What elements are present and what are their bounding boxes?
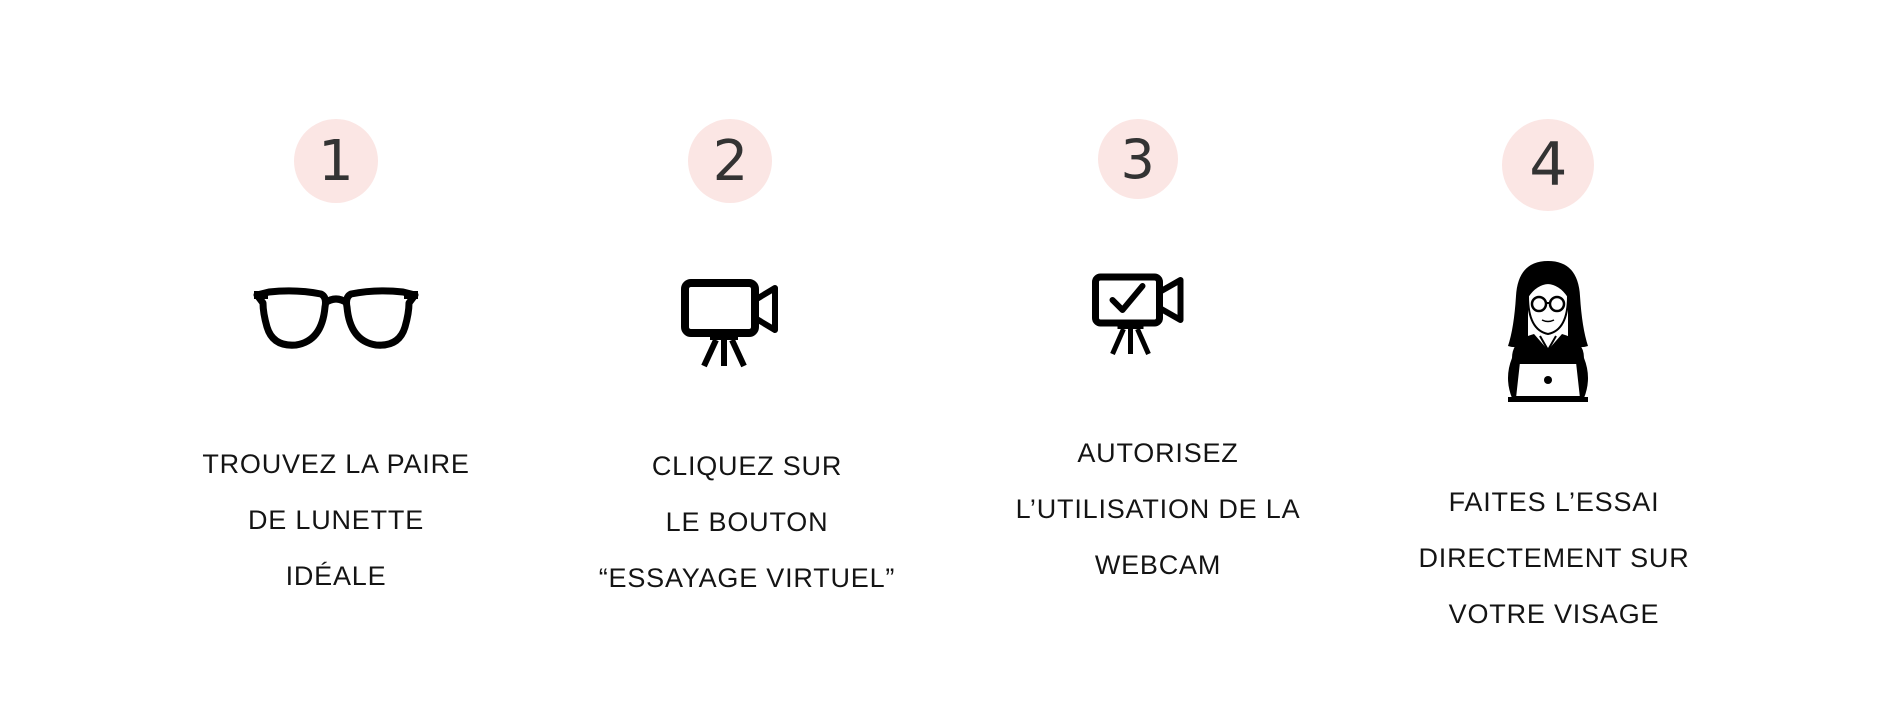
step-label: FAITES L’ESSAI DIRECTEMENT SUR VOTRE VIS… — [1389, 474, 1719, 642]
step-4: 4 FAITES L’ESSAI DIRECTEMENT SUR VOTRE V… — [1380, 0, 1710, 720]
step-label-line-2: DE LUNETTE — [247, 505, 425, 535]
step-label-line-2: L’UTILISATION DE LA — [1015, 494, 1301, 524]
step-label-line-3: “ESSAYAGE VIRTUEL” — [598, 563, 896, 593]
step-label-line-2: DIRECTEMENT SUR — [1418, 543, 1690, 573]
step-number-badge: 4 — [1502, 119, 1595, 211]
step-number: 4 — [1529, 130, 1568, 200]
step-1: 1 TROUVEZ LA PAIRE DE LUNETTE IDÉALE — [171, 0, 501, 720]
step-label-line-2: LE BOUTON — [665, 507, 829, 537]
step-label-line-3: WEBCAM — [1094, 550, 1222, 580]
step-label-line-1: FAITES L’ESSAI — [1448, 487, 1660, 517]
step-number: 2 — [712, 128, 749, 194]
step-label-line-1: CLIQUEZ SUR — [651, 451, 843, 481]
step-label: TROUVEZ LA PAIRE DE LUNETTE IDÉALE — [171, 436, 501, 604]
step-label-line-3: IDÉALE — [285, 561, 387, 591]
step-3: 3 AUTORISEZ L’UTILISATION DE LA WEBCAM — [976, 0, 1306, 720]
step-number: 1 — [318, 128, 354, 194]
step-label-line-1: AUTORISEZ — [1077, 438, 1239, 468]
step-label: CLIQUEZ SUR LE BOUTON “ESSAYAGE VIRTUEL” — [582, 438, 912, 606]
step-number-badge: 2 — [688, 119, 773, 203]
step-number-badge: 1 — [294, 119, 378, 203]
woman-laptop-icon — [1498, 258, 1598, 404]
step-label: AUTORISEZ L’UTILISATION DE LA WEBCAM — [993, 425, 1323, 593]
step-number-badge: 3 — [1097, 119, 1178, 199]
step-number: 3 — [1120, 127, 1155, 191]
step-label-line-1: TROUVEZ LA PAIRE — [202, 449, 470, 479]
glasses-icon — [251, 285, 421, 355]
video-camera-icon — [680, 278, 780, 368]
step-label-line-3: VOTRE VISAGE — [1448, 599, 1660, 629]
step-2: 2 CLIQUEZ SUR LE BOUTON “ESSAYAGE VIRTUE… — [572, 0, 902, 720]
webcam-check-icon — [1090, 272, 1185, 356]
